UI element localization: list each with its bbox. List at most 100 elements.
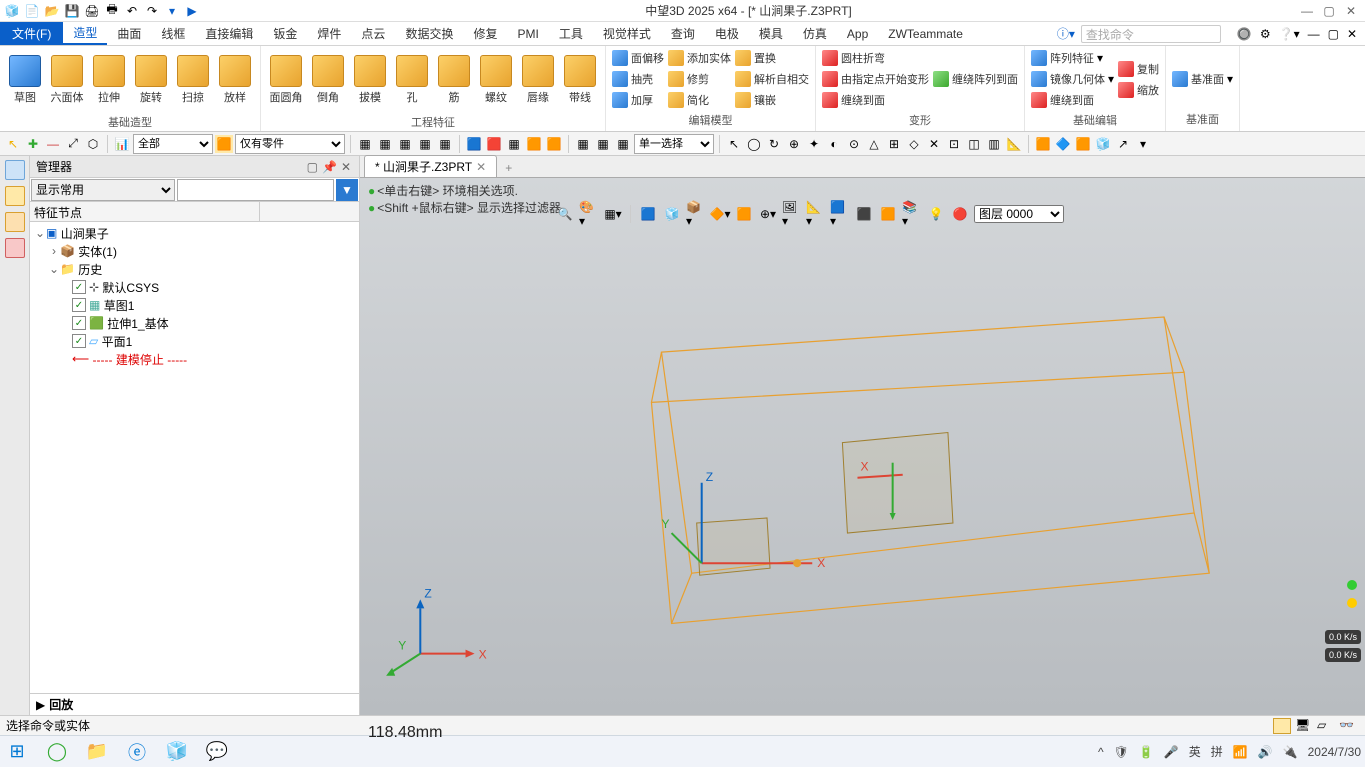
btn-wrap-to-face2[interactable]: 缠绕到面 [1029,90,1116,110]
expand-icon[interactable]: ⤢ [64,135,82,153]
minus-icon[interactable]: — [44,135,62,153]
tool-icon-13[interactable]: ▦ [614,135,632,153]
nav-icon-6[interactable]: ◐ [825,135,843,153]
edge-icon[interactable]: ⓔ [124,739,150,765]
sidebar-tab-4[interactable] [5,238,25,258]
btn-deform-from-point[interactable]: 由指定点开始变形 [820,69,931,89]
selection-mode[interactable]: 单一选择 [634,134,714,154]
btn-pattern-feature[interactable]: 阵列特征▾ [1029,48,1116,68]
btn-thicken[interactable]: 加厚 [610,90,666,110]
btn-revolve[interactable]: 旋转 [130,48,172,112]
tray-chevron-icon[interactable]: ^ [1098,745,1104,759]
btn-lip[interactable]: 唇缘 [517,48,559,112]
explorer-icon[interactable]: 📁 [84,739,110,765]
tab-repair[interactable]: 修复 [463,22,507,45]
tree-sketch1[interactable]: ✓▦ 草图1 [30,296,359,314]
display-filter[interactable]: 显示常用 [31,179,175,201]
command-search[interactable]: 查找命令 [1081,25,1221,43]
nav-icon-20[interactable]: ↗ [1114,135,1132,153]
tray-wifi-icon[interactable]: 📶 [1233,745,1248,759]
tab-surface[interactable]: 曲面 [107,22,151,45]
tab-sheetmetal[interactable]: 钣金 [263,22,307,45]
filter-all[interactable]: 全部 [133,134,213,154]
tool-icon-3[interactable]: ▦ [396,135,414,153]
tab-data-exchange[interactable]: 数据交换 [395,22,463,45]
tray-battery-icon[interactable]: 🔋 [1139,745,1154,759]
nav-icon-12[interactable]: ⊡ [945,135,963,153]
tab-mold[interactable]: 模具 [749,22,793,45]
btn-wrap-to-face[interactable]: 缠绕到面 [820,90,931,110]
play-icon[interactable]: ▶ [184,3,200,19]
browser-icon[interactable]: ◯ [44,739,70,765]
play-button[interactable]: ▶ [36,698,45,712]
search-history-input[interactable] [177,179,334,201]
tray-power-icon[interactable]: 🔌 [1283,745,1298,759]
tree-entity[interactable]: ›📦 实体(1) [30,242,359,260]
nav-icon-19[interactable]: 🧊 [1094,135,1112,153]
tab-visual-style[interactable]: 视觉样式 [593,22,661,45]
btn-cylinder-bend[interactable]: 圆柱折弯 [820,48,931,68]
btn-simplify[interactable]: 简化 [666,90,733,110]
doc-tab-active[interactable]: * 山涧果子.Z3PRT✕ [364,155,497,177]
btn-face-offset[interactable]: 面偏移 [610,48,666,68]
col-feature-node[interactable]: 特征节点 [30,202,260,221]
tab-modeling[interactable]: 造型 [63,22,107,45]
tree-extrude1[interactable]: ✓🟩 拉伸1_基体 [30,314,359,332]
nav-icon-5[interactable]: ✦ [805,135,823,153]
tab-query[interactable]: 查询 [661,22,705,45]
dropdown-icon[interactable]: ▾ [164,3,180,19]
redo-icon[interactable]: ↷ [144,3,160,19]
filter-icon[interactable]: ▼ [336,179,358,201]
open-icon[interactable]: 📂 [44,3,60,19]
undo-icon[interactable]: ↶ [124,3,140,19]
nav-icon-8[interactable]: △ [865,135,883,153]
tool-icon-6[interactable]: 🟦 [465,135,483,153]
clock-date[interactable]: 2024/7/30 [1308,745,1361,759]
btn-loft[interactable]: 放样 [214,48,256,112]
min2-icon[interactable]: — [1308,27,1320,41]
nav-icon-13[interactable]: ◫ [965,135,983,153]
tree-model-stop[interactable]: ⟵ ----- 建模停止 ----- [30,350,359,368]
tool-icon-5[interactable]: ▦ [436,135,454,153]
close-tab-icon[interactable]: ✕ [476,160,486,174]
zw3d-icon[interactable]: 🧊 [164,739,190,765]
btn-parse-self-intersect[interactable]: 解析自相交 [733,69,811,89]
nav-icon-10[interactable]: ◇ [905,135,923,153]
filter-parts-only[interactable]: 仅有零件 [235,134,345,154]
tray-shield-icon[interactable]: 🛡 [1114,745,1129,759]
tab-pointcloud[interactable]: 点云 [351,22,395,45]
start-button[interactable]: ⊞ [4,739,30,765]
tool-icon-4[interactable]: ▦ [416,135,434,153]
sidebar-tab-1[interactable] [5,160,25,180]
nav-icon-2[interactable]: ◯ [745,135,763,153]
tree-root[interactable]: ⌄▣ 山涧果子 [30,224,359,242]
print-preview-icon[interactable]: 🖶 [104,3,120,19]
gear-icon[interactable]: ⚙ [1260,27,1271,41]
app-icon[interactable]: 🧊 [4,3,20,19]
btn-extrude[interactable]: 拉伸 [88,48,130,112]
btn-shell[interactable]: 抽壳 [610,69,666,89]
nav-icon-16[interactable]: 🟧 [1034,135,1052,153]
file-menu[interactable]: 文件(F) [0,22,63,45]
print-icon[interactable]: 🖨 [84,3,100,19]
help-icon[interactable]: ❔▾ [1279,27,1300,41]
close-panel-icon[interactable]: ✕ [339,160,353,174]
btn-chamfer[interactable]: 倒角 [307,48,349,112]
btn-hexahedron[interactable]: 六面体 [46,48,88,112]
tab-zwteammate[interactable]: ZWTeammate [878,22,973,45]
max2-icon[interactable]: ▢ [1328,27,1339,41]
btn-thread[interactable]: 螺纹 [475,48,517,112]
nav-icon-15[interactable]: 📐 [1005,135,1023,153]
tab-app[interactable]: App [837,22,878,45]
nav-icon-14[interactable]: ▥ [985,135,1003,153]
new-icon[interactable]: 📄 [24,3,40,19]
btn-hole[interactable]: 孔 [391,48,433,112]
chart-icon[interactable]: 📊 [113,135,131,153]
tab-wireframe[interactable]: 线框 [151,22,195,45]
plus-icon[interactable]: ✚ [24,135,42,153]
hex-icon[interactable]: ⬡ [84,135,102,153]
restore-icon[interactable]: ▢ [1321,3,1337,19]
tree-csys[interactable]: ✓⊹ 默认CSYS [30,278,359,296]
tab-tools[interactable]: 工具 [549,22,593,45]
sidebar-tab-2[interactable] [5,186,25,206]
